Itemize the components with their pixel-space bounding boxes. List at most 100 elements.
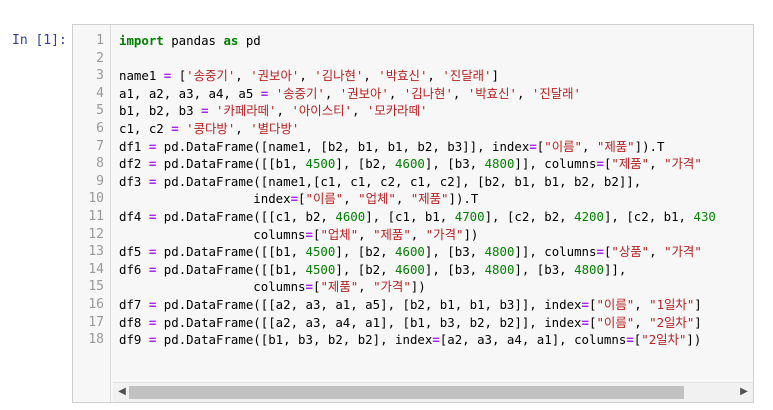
operator-token: = xyxy=(596,244,604,260)
code-token: df9 xyxy=(119,332,149,348)
code-token: , xyxy=(581,138,597,154)
code-line[interactable]: df6 = pd.DataFrame([[b1, 4500], [b2, 460… xyxy=(119,261,626,279)
string-token: "제품" xyxy=(611,156,650,172)
code-line[interactable]: df1 = pd.DataFrame([name1, [b2, b1, b1, … xyxy=(119,138,664,156)
number-token: 4200 xyxy=(574,209,604,224)
string-token: '김나현' xyxy=(314,68,364,84)
string-token: "가격" xyxy=(664,156,702,172)
code-line[interactable]: index=["이름", "업체", "제품"]).T xyxy=(119,190,478,208)
line-number: 6 xyxy=(96,121,104,136)
number-token: 4500 xyxy=(305,156,336,172)
string-token: "이름" xyxy=(544,138,582,154)
code-token: ] xyxy=(694,297,702,312)
string-token: "가격" xyxy=(664,244,702,260)
line-number: 11 xyxy=(88,209,104,224)
code-line[interactable]: df5 = pd.DataFrame([[b1, 4500], [b2, 460… xyxy=(119,243,702,261)
code-cell[interactable]: 1 2 3 4 5 6 7 8 9 10 11 12 13 14 15 16 17 18 import panda… xyxy=(72,24,754,403)
scrollbar-thumb[interactable] xyxy=(129,386,684,399)
code-line[interactable]: name1 = ['송중기', '권보아', '김나현', '박효신', '진달… xyxy=(119,67,499,85)
line-number: 2 xyxy=(96,50,104,66)
number-token: 4600 xyxy=(395,261,425,277)
code-token: index xyxy=(119,191,291,207)
operator-token: = xyxy=(626,332,634,348)
code-line[interactable]: df7 = pd.DataFrame([[a2, a3, a1, a5], [b… xyxy=(119,296,702,314)
code-token: pd.DataFrame([name1,[c1, c1, c2, c1, c2]… xyxy=(156,173,642,189)
code-token: ], [b2, xyxy=(335,261,396,277)
code-line[interactable]: df8 = pd.DataFrame([[a2, a3, a4, a1], [b… xyxy=(119,314,702,332)
code-token: pd.DataFrame([[b1, xyxy=(156,261,306,277)
operator-token: = xyxy=(171,121,179,136)
number-token: 4600 xyxy=(395,156,425,172)
code-token: ] xyxy=(491,68,499,84)
code-token: , xyxy=(634,297,650,312)
string-token: "업체" xyxy=(358,191,396,207)
code-token: , xyxy=(395,191,411,207)
string-token: "이름" xyxy=(596,297,635,312)
horizontal-scrollbar[interactable]: ◀ ▶ xyxy=(113,382,753,402)
code-token: columns xyxy=(119,279,306,295)
code-token: [a2, a3, a4, a1], columns xyxy=(439,332,627,348)
code-line[interactable]: df3 = pd.DataFrame([name1,[c1, c1, c2, c… xyxy=(119,173,641,191)
code-line[interactable]: import pandas as pd xyxy=(119,32,261,50)
scroll-right-arrow-icon[interactable]: ▶ xyxy=(737,385,751,399)
string-token: "2일차" xyxy=(641,332,687,348)
code-token: , xyxy=(363,68,379,84)
string-token: '송중기' xyxy=(186,68,236,84)
keyword-token: import xyxy=(119,33,164,48)
line-number: 10 xyxy=(88,191,104,207)
code-token: , xyxy=(358,279,374,295)
code-token: df4 xyxy=(119,209,149,224)
code-token: a1, a2, a3, a4, a5 xyxy=(119,85,261,101)
string-token: "제품" xyxy=(320,279,359,295)
code-token: [ xyxy=(171,68,187,84)
line-number: 9 xyxy=(96,173,104,189)
code-token: pd.DataFrame([name1, [b2, b1, b1, b2, b3… xyxy=(156,138,530,154)
string-token: '권보아' xyxy=(250,68,300,84)
code-token: [ xyxy=(298,191,306,207)
code-token: pd.DataFrame([[c1, b2, xyxy=(156,209,336,224)
code-token: ], [c1, b1, xyxy=(365,209,455,224)
code-token: pd.DataFrame([[b1, xyxy=(156,156,306,172)
line-number: 13 xyxy=(88,244,104,260)
code-token: , xyxy=(235,68,251,84)
operator-token: = xyxy=(581,297,589,312)
code-token: , xyxy=(358,226,374,242)
string-token: "제품" xyxy=(373,226,411,242)
string-token: "상품" xyxy=(611,244,650,260)
line-number: 8 xyxy=(96,156,104,172)
line-number: 1 xyxy=(96,33,104,48)
string-token: '콩다방' xyxy=(186,121,236,136)
string-token: '송중기' xyxy=(275,85,325,101)
number-token: 4800 xyxy=(484,244,515,260)
line-number: 4 xyxy=(96,85,104,101)
code-token: df3 xyxy=(119,173,149,189)
code-line[interactable]: columns=["업체", "제품", "가격"]) xyxy=(119,226,478,244)
string-token: '진달래' xyxy=(531,85,581,101)
line-number-gutter: 1 2 3 4 5 6 7 8 9 10 11 12 13 14 15 16 17 18 xyxy=(73,25,111,402)
code-line[interactable]: c1, c2 = '콩다방', '별다방' xyxy=(119,120,299,138)
code-editor[interactable]: import pandas as pd name1 = ['송중기', '권보아'… xyxy=(119,25,753,382)
string-token: "1일차" xyxy=(649,297,695,312)
code-token: columns xyxy=(119,226,306,242)
code-token: , xyxy=(276,103,292,119)
code-line[interactable]: b1, b2, b3 = '카페라떼', '아이스티', '모카라떼' xyxy=(119,102,427,120)
code-token: ], [b3, xyxy=(424,156,485,172)
code-token: ]], columns xyxy=(514,244,597,260)
code-token: df2 xyxy=(119,156,149,172)
string-token: "제품" xyxy=(410,191,449,207)
input-prompt: In [1]: xyxy=(12,33,67,48)
code-line[interactable]: columns=["제품", "가격"]) xyxy=(119,278,425,296)
code-line[interactable]: df9 = pd.DataFrame([b1, b3, b2, b2], ind… xyxy=(119,331,701,349)
string-token: '권보아' xyxy=(339,85,389,101)
string-token: '카페라떼' xyxy=(216,103,277,119)
code-line[interactable]: a1, a2, a3, a4, a5 = '송중기', '권보아', '김나현'… xyxy=(119,85,581,103)
code-token: pd.DataFrame([b1, b3, b2, b2], index xyxy=(156,332,433,348)
code-token: pandas xyxy=(163,33,224,48)
code-token: ]).T xyxy=(634,138,665,154)
code-line[interactable]: df4 = pd.DataFrame([[c1, b2, 4600], [c1,… xyxy=(119,208,716,226)
string-token: "가격" xyxy=(425,226,464,242)
string-token: "업체" xyxy=(320,226,359,242)
code-line[interactable]: df2 = pd.DataFrame([[b1, 4500], [b2, 460… xyxy=(119,155,702,173)
string-token: "2일차" xyxy=(649,314,695,330)
scroll-left-arrow-icon[interactable]: ◀ xyxy=(115,385,129,399)
